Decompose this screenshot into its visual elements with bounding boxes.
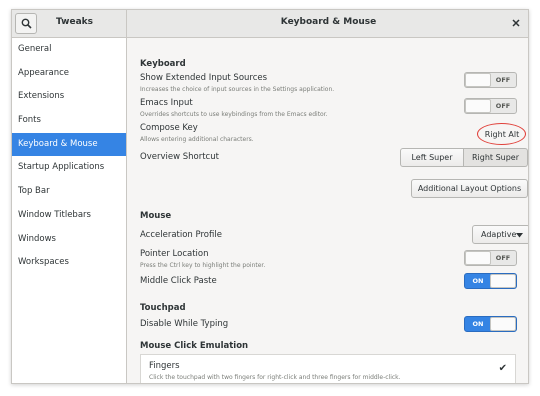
switch-state: OFF xyxy=(495,102,511,110)
search-button[interactable] xyxy=(15,13,37,34)
switch-knob xyxy=(465,99,491,113)
emacs-input-switch[interactable]: OFF xyxy=(464,98,517,114)
sidebar-header: Tweaks xyxy=(12,10,127,38)
close-button[interactable] xyxy=(508,15,524,31)
keyboard-heading: Keyboard xyxy=(140,59,186,69)
pointer-location-desc: Press the Ctrl key to highlight the poin… xyxy=(140,262,266,269)
additional-layout-options-button[interactable]: Additional Layout Options xyxy=(411,179,528,198)
extended-sources-desc: Increases the choice of input sources in… xyxy=(140,86,335,93)
app-title: Tweaks xyxy=(56,17,93,27)
emacs-input-desc: Overrides shortcuts to use keybindings f… xyxy=(140,111,328,118)
switch-knob xyxy=(490,317,516,331)
sidebar-item-appearance[interactable]: Appearance xyxy=(12,62,126,86)
search-icon xyxy=(21,18,32,29)
main-header: Keyboard & Mouse xyxy=(127,10,528,38)
mouse-click-emulation-heading: Mouse Click Emulation xyxy=(140,341,249,351)
sidebar-item-general[interactable]: General xyxy=(12,38,126,62)
switch-state: OFF xyxy=(495,254,511,262)
sidebar-item-label: Window Titlebars xyxy=(18,209,91,220)
fingers-label: Fingers xyxy=(149,361,180,371)
pointer-location-switch[interactable]: OFF xyxy=(464,250,517,266)
right-super-button[interactable]: Right Super xyxy=(464,148,528,167)
switch-state: ON xyxy=(472,320,484,328)
page-title: Keyboard & Mouse xyxy=(280,17,377,27)
compose-key-label: Compose Key xyxy=(140,123,198,133)
settings-panel: Keyboard Show Extended Input Sources Inc… xyxy=(128,38,528,383)
touchpad-heading: Touchpad xyxy=(140,303,186,313)
chevron-down-icon xyxy=(516,233,523,238)
switch-knob xyxy=(465,73,491,87)
fingers-option-row[interactable]: Fingers Click the touchpad with two fing… xyxy=(140,354,516,383)
sidebar-item-label: Workspaces xyxy=(18,257,69,268)
extended-sources-label: Show Extended Input Sources xyxy=(140,73,268,83)
acceleration-profile-dropdown[interactable]: Adaptive xyxy=(472,225,528,244)
disable-while-typing-switch[interactable]: ON xyxy=(464,316,517,332)
sidebar-item-window-titlebars[interactable]: Window Titlebars xyxy=(12,204,126,228)
middle-click-paste-label: Middle Click Paste xyxy=(140,276,217,286)
close-icon xyxy=(512,19,520,27)
fingers-desc: Click the touchpad with two fingers for … xyxy=(149,374,401,381)
left-super-button[interactable]: Left Super xyxy=(400,148,464,167)
pointer-location-label: Pointer Location xyxy=(140,249,209,259)
acceleration-profile-label: Acceleration Profile xyxy=(140,230,222,240)
overview-shortcut-label: Overview Shortcut xyxy=(140,152,219,162)
dropdown-value: Adaptive xyxy=(481,230,517,239)
emacs-input-label: Emacs Input xyxy=(140,98,193,108)
annotation-circle xyxy=(477,123,526,145)
sidebar-item-extensions[interactable]: Extensions xyxy=(12,85,126,109)
sidebar-item-label: Startup Applications xyxy=(18,162,105,173)
sidebar-item-fonts[interactable]: Fonts xyxy=(12,109,126,133)
switch-state: OFF xyxy=(495,76,511,84)
sidebar-item-top-bar[interactable]: Top Bar xyxy=(12,180,126,204)
sidebar-item-windows[interactable]: Windows xyxy=(12,228,126,252)
sidebar-item-startup-applications[interactable]: Startup Applications xyxy=(12,156,126,180)
sidebar-item-label: Fonts xyxy=(18,115,41,126)
sidebar-item-keyboard-mouse[interactable]: Keyboard & Mouse xyxy=(12,132,126,157)
sidebar-item-label: Keyboard & Mouse xyxy=(18,138,98,149)
checkmark-icon: ✔ xyxy=(498,363,507,374)
sidebar-item-workspaces[interactable]: Workspaces xyxy=(12,251,126,275)
sidebar-item-label: Windows xyxy=(18,233,56,244)
sidebar-item-label: Top Bar xyxy=(18,186,50,197)
mouse-heading: Mouse xyxy=(140,211,172,221)
extended-sources-switch[interactable]: OFF xyxy=(464,72,517,88)
sidebar-item-label: Extensions xyxy=(18,91,65,102)
sidebar-item-label: Appearance xyxy=(18,67,70,78)
sidebar-item-label: General xyxy=(18,44,52,54)
switch-state: ON xyxy=(472,277,484,285)
switch-knob xyxy=(465,251,491,265)
middle-click-paste-switch[interactable]: ON xyxy=(464,273,517,289)
switch-knob xyxy=(490,274,516,288)
compose-key-desc: Allows entering additional characters. xyxy=(140,136,254,143)
sidebar: General Appearance Extensions Fonts Keyb… xyxy=(12,38,127,383)
tweaks-window: Tweaks Keyboard & Mouse General Appearan… xyxy=(11,9,529,384)
disable-while-typing-label: Disable While Typing xyxy=(140,319,229,329)
